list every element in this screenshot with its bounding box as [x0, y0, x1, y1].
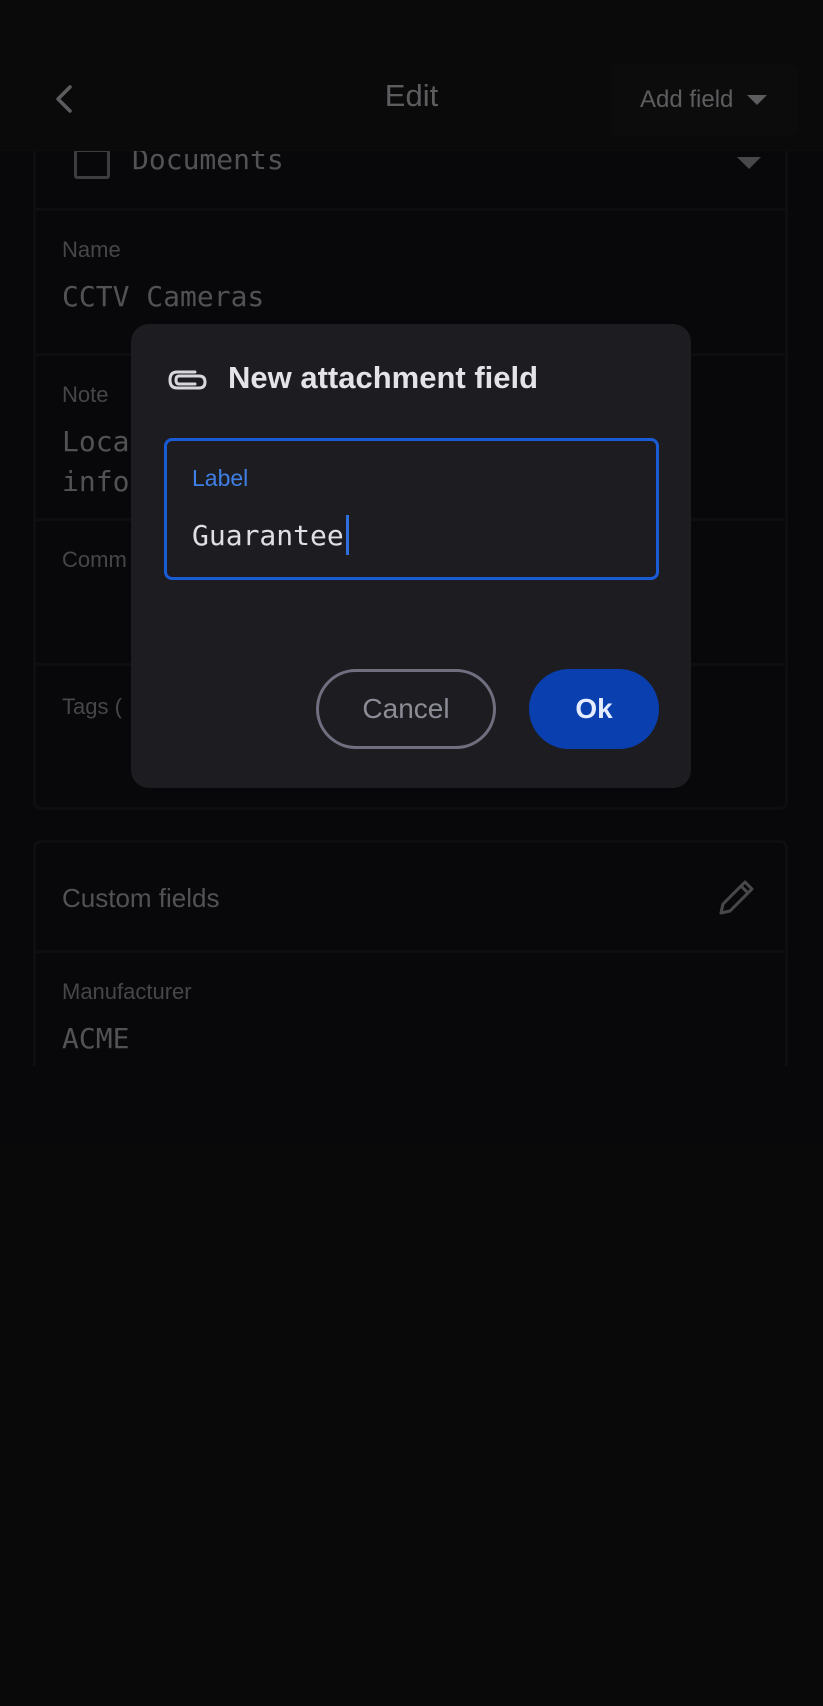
ok-button[interactable]: Ok [529, 669, 659, 749]
paperclip-icon [168, 370, 207, 390]
new-attachment-field-dialog: New attachment field Label Guarantee Can… [131, 324, 691, 788]
label-input[interactable]: Label Guarantee [164, 438, 659, 580]
dialog-title: New attachment field [228, 360, 539, 395]
text-cursor [345, 515, 349, 555]
screen: Edit Add field Documents Name CCTV Camer… [0, 0, 823, 1706]
label-input-label: Label [192, 465, 249, 491]
cancel-button[interactable]: Cancel [316, 669, 496, 749]
label-input-value[interactable]: Guarantee [192, 515, 349, 555]
label-input-text: Guarantee [192, 518, 344, 552]
dialog-scrim[interactable] [0, 0, 823, 1706]
